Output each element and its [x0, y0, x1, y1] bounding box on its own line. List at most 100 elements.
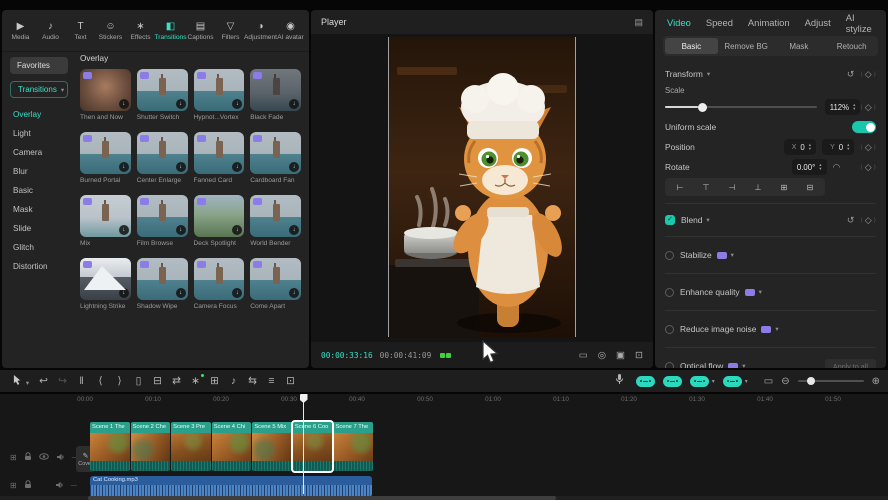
timeline-clip[interactable]: Scene 7 The: [333, 422, 373, 471]
enhance-quality-checkbox[interactable]: [665, 288, 674, 297]
timeline-clip[interactable]: Scene 5 Mix: [252, 422, 292, 471]
chevron-down-icon[interactable]: ▾: [706, 216, 709, 224]
linked-selection-toggle[interactable]: [663, 376, 682, 387]
transition-card[interactable]: ↓Center Enlarge: [137, 132, 188, 184]
chevron-down-icon[interactable]: ▾: [742, 362, 745, 368]
reduce-noise-checkbox[interactable]: [665, 325, 674, 334]
resolution-icon[interactable]: ▣: [616, 350, 625, 361]
ratio-icon[interactable]: ▭: [579, 350, 588, 361]
transition-card[interactable]: ↓Come Apart: [250, 258, 301, 310]
transition-thumbnail[interactable]: ↓: [137, 132, 188, 174]
transition-card[interactable]: ↓Lightning Strike: [80, 258, 131, 310]
delete-button[interactable]: ⊟: [148, 375, 167, 387]
toolbar-item-captions[interactable]: ▤Captions: [186, 21, 215, 41]
preview-range-toggle[interactable]: [723, 376, 742, 387]
scale-value-input[interactable]: 112%▴▾: [825, 99, 861, 115]
transition-thumbnail[interactable]: ↓: [194, 195, 245, 237]
timeline-clip-selected[interactable]: Scene 6 Coo: [293, 422, 333, 471]
snapshot-icon[interactable]: ◎: [598, 350, 606, 361]
snap-toggle[interactable]: [690, 376, 709, 387]
transition-card[interactable]: ↓Fanned Card: [194, 132, 245, 184]
stepper-icon[interactable]: ▴▾: [847, 143, 849, 151]
preview-window-icon[interactable]: ▭: [764, 376, 773, 387]
toolbar-item-effects[interactable]: ∗Effects: [126, 21, 155, 41]
transition-card[interactable]: ↓Then and Now: [80, 69, 131, 121]
toolbar-item-media[interactable]: ▶Media: [6, 21, 35, 41]
chevron-down-icon[interactable]: ▾: [775, 325, 778, 333]
zoom-slider-thumb[interactable]: [807, 377, 815, 385]
apply-to-all-button[interactable]: Apply to all: [825, 359, 876, 369]
mute-track-icon[interactable]: [56, 453, 65, 463]
transition-card[interactable]: ↓Burned Portal: [80, 132, 131, 184]
position-x-input[interactable]: X0▴▾: [784, 139, 816, 155]
fullscreen-icon[interactable]: ⊡: [635, 350, 643, 361]
video-preview[interactable]: [388, 37, 576, 337]
timeline-clip[interactable]: Scene 4 Chi: [212, 422, 252, 471]
transition-card[interactable]: ↓Film Browse: [137, 195, 188, 247]
toolbar-item-text[interactable]: TText: [66, 21, 95, 41]
toolbar-item-audio[interactable]: ♪Audio: [36, 21, 65, 41]
adjust-button[interactable]: ≡: [262, 375, 281, 387]
player-stage[interactable]: [311, 34, 653, 342]
position-y-input[interactable]: Y0▴▾: [822, 139, 854, 155]
transition-thumbnail[interactable]: ↓: [250, 132, 301, 174]
timeline-clip[interactable]: Scene 2 Che: [131, 422, 171, 471]
transition-thumbnail[interactable]: ↓: [80, 132, 131, 174]
subtab-mask[interactable]: Mask: [773, 36, 826, 56]
toolbar-item-adjustment[interactable]: ◑Adjustment: [246, 21, 275, 41]
extract-audio-button[interactable]: ♪: [224, 375, 243, 387]
sidebar-item-light[interactable]: Light: [2, 124, 76, 143]
keyframe-icon[interactable]: ◇: [865, 102, 872, 113]
timeline-clip[interactable]: Scene 3 Pre: [171, 422, 211, 471]
select-tool-button[interactable]: ▾: [8, 374, 34, 388]
timeline-area[interactable]: 00:00 00:10 00:20 00:30 00:40 00:50 01:0…: [0, 394, 888, 500]
rotate-value-input[interactable]: 0.00°▴▾: [792, 159, 827, 175]
stepper-icon[interactable]: ▴▾: [819, 163, 821, 171]
subtab-remove-bg[interactable]: Remove BG: [720, 36, 773, 56]
sidebar-favorites-button[interactable]: Favorites: [10, 57, 68, 74]
reverse-button[interactable]: ⇄: [167, 375, 186, 387]
transition-card[interactable]: ↓Deck Spotlight: [194, 195, 245, 247]
transition-thumbnail[interactable]: ↓: [80, 195, 131, 237]
uniform-scale-toggle[interactable]: [852, 121, 876, 133]
align-right-icon[interactable]: ⊣: [719, 180, 745, 194]
scale-slider-thumb[interactable]: [698, 103, 707, 112]
transition-card[interactable]: ↓Shutter Switch: [137, 69, 188, 121]
toolbar-item-filters[interactable]: ▽Filters: [216, 21, 245, 41]
timeline-zoom-slider[interactable]: [798, 380, 864, 382]
mirror-button[interactable]: ⇆: [243, 375, 262, 387]
transition-card[interactable]: ↓World Bender: [250, 195, 301, 247]
record-voiceover-icon[interactable]: [615, 372, 624, 390]
subtab-retouch[interactable]: Retouch: [825, 36, 878, 56]
track-options-icon[interactable]: ⊞: [10, 481, 17, 490]
transition-card[interactable]: ↓Mix: [80, 195, 131, 247]
transition-thumbnail[interactable]: ↓: [250, 69, 301, 111]
sidebar-item-glitch[interactable]: Glitch: [2, 238, 76, 257]
transition-thumbnail[interactable]: ↓: [80, 258, 131, 300]
transition-card[interactable]: ↓Camera Focus: [194, 258, 245, 310]
track-options-icon[interactable]: ⊞: [10, 453, 17, 462]
hide-track-icon[interactable]: [39, 453, 49, 462]
transition-card[interactable]: ↓Black Fade: [250, 69, 301, 121]
lock-icon[interactable]: [24, 452, 32, 463]
transition-thumbnail[interactable]: ↓: [137, 195, 188, 237]
transition-thumbnail[interactable]: ↓: [194, 132, 245, 174]
tab-adjust[interactable]: Adjust: [805, 17, 831, 28]
stepper-icon[interactable]: ▴▾: [853, 103, 855, 111]
transition-thumbnail[interactable]: ↓: [250, 195, 301, 237]
stepper-icon[interactable]: ▴▾: [809, 143, 811, 151]
transition-thumbnail[interactable]: ↓: [137, 69, 188, 111]
transition-card[interactable]: ↓Cardboard Fan: [250, 132, 301, 184]
transition-thumbnail[interactable]: ↓: [194, 258, 245, 300]
keyframe-icon[interactable]: ◇: [865, 215, 872, 226]
blend-checkbox[interactable]: ✓: [665, 215, 675, 225]
transition-thumbnail[interactable]: ↓: [194, 69, 245, 111]
playhead[interactable]: [303, 394, 304, 494]
horizontal-scrollbar[interactable]: [0, 496, 888, 500]
smart-tools-button[interactable]: ∗: [186, 375, 205, 387]
mute-track-icon[interactable]: [55, 481, 64, 491]
chevron-down-icon[interactable]: ▾: [759, 288, 762, 296]
transition-card[interactable]: ↓Shadow Wipe: [137, 258, 188, 310]
stabilize-checkbox[interactable]: [665, 251, 674, 260]
undo-button[interactable]: ↩: [34, 375, 53, 387]
